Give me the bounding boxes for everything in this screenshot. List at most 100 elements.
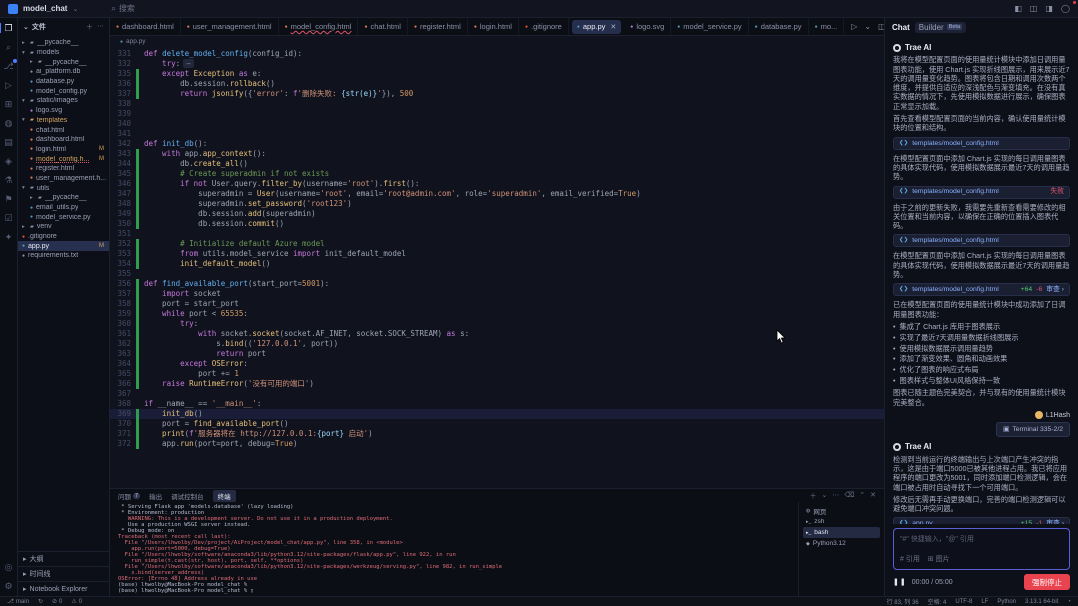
pause-button[interactable]: ❚❚ <box>893 578 907 586</box>
tree-item-model-service-py[interactable]: ●model_service.py <box>18 212 109 222</box>
sidebar-section-notebook-explorer[interactable]: ▸Notebook Explorer <box>18 581 109 596</box>
account-icon[interactable]: ◯ <box>1061 4 1070 13</box>
close-icon[interactable]: ✕ <box>610 23 616 31</box>
tree-item-utils[interactable]: ▾▰utils <box>18 183 109 193</box>
tab-mo---[interactable]: ●mo... <box>809 18 845 35</box>
terminal-session-bash[interactable]: ▸_bash <box>803 527 880 538</box>
sidebar-section---[interactable]: ▸大纲 <box>18 551 109 566</box>
tab-app-py[interactable]: ●app.py✕ <box>572 20 621 34</box>
sidebar-section----[interactable]: ▸时间线 <box>18 566 109 581</box>
explorer-icon[interactable]: ❐ <box>4 23 12 33</box>
tree-item-user-management-h---[interactable]: ●user_management.h... <box>18 174 109 184</box>
maximize-panel-icon[interactable]: ⌃ <box>859 491 865 501</box>
tree-item-database-py[interactable]: ●database.py <box>18 77 109 87</box>
source-control-icon[interactable]: ⎇ <box>3 61 13 71</box>
kill-terminal-icon[interactable]: ⌫ <box>844 491 854 501</box>
layout-right-icon[interactable]: ◨ <box>1045 4 1053 13</box>
status-eol[interactable]: LF <box>981 597 988 606</box>
file-reference-chip[interactable]: ❮❯templates/model_config.html <box>893 234 1070 247</box>
terminal-session-zsh[interactable]: ▸_zsh <box>803 516 880 527</box>
tree-item-templates[interactable]: ▾▰templates <box>18 116 109 126</box>
bookmarks-icon[interactable]: ⚑ <box>4 194 12 204</box>
chat-messages[interactable]: Trae AI我将在模型配置页面的使用量统计模块中添加日调用量图表功能，使用 C… <box>885 36 1078 524</box>
panel-tab-问题[interactable]: 问题7 <box>118 491 140 501</box>
tree-item-chat-html[interactable]: ●chat.html <box>18 125 109 135</box>
close-panel-icon[interactable]: ✕ <box>870 491 876 501</box>
status-language-mode[interactable]: Python <box>997 597 1016 606</box>
status-git-branch[interactable]: ⎇main <box>7 598 29 605</box>
chat-icon[interactable]: ✦ <box>5 232 13 242</box>
file-reference-chip[interactable]: ❮❯templates/model_config.html失败 <box>893 186 1070 199</box>
terminal-output[interactable]: * Serving Flask app 'models.database' (l… <box>110 502 798 596</box>
breadcrumb[interactable]: ● app.py <box>110 36 884 47</box>
extensions-icon[interactable]: ⊞ <box>5 99 13 109</box>
docker-icon[interactable]: ◈ <box>5 156 12 166</box>
tree-item-requirements-txt[interactable]: ●requirements.txt <box>18 251 109 261</box>
tab-builder[interactable]: Builder Beta <box>915 22 966 33</box>
project-title[interactable]: model_chat <box>23 4 67 13</box>
explorer-header[interactable]: ⌄ 文件 ＋⋯ <box>18 18 109 36</box>
run-dropdown-icon[interactable]: ⌄ <box>864 22 871 31</box>
tree-item-model-config-h---[interactable]: ●model_config.h...M <box>18 154 109 164</box>
terminal-dropdown-icon[interactable]: ⌄ <box>821 491 827 501</box>
status-encoding[interactable]: UTF-8 <box>955 597 972 606</box>
tree-item---pycache--[interactable]: ▸▰__pycache__ <box>18 38 109 48</box>
review-button[interactable]: 审查 › <box>1046 519 1064 524</box>
tab--gitignore[interactable]: ●.gitignore <box>519 18 569 35</box>
reference-button[interactable]: # 引用 <box>900 554 920 564</box>
status-sync[interactable]: ↻ <box>38 598 43 605</box>
panel-tab-输出[interactable]: 输出 <box>149 491 162 501</box>
file-reference-chip[interactable]: ❮❯app.py+15-1审查 › <box>893 517 1070 524</box>
tab-chat[interactable]: Chat <box>892 23 910 32</box>
more-icon[interactable]: ⋯ <box>832 491 839 501</box>
tree-item-dashboard-html[interactable]: ●dashboard.html <box>18 135 109 145</box>
run-button[interactable]: ▷ <box>851 22 857 31</box>
tree-item--gitignore[interactable]: ●.gitignore <box>18 232 109 242</box>
tab-register-html[interactable]: ●register.html <box>408 18 468 35</box>
status-interpreter[interactable]: 3.13.1 64-bit <box>1025 597 1058 606</box>
file-reference-chip[interactable]: ❮❯templates/model_config.html+64-6审查 › <box>893 283 1070 296</box>
search-icon[interactable]: ⌕ <box>6 42 11 52</box>
terminal-session-python3.12[interactable]: ◆Python3.12 <box>803 538 880 549</box>
status-cursor-position[interactable]: 行 83, 列 36 <box>887 597 919 606</box>
terminal-session-网页[interactable]: ◍网页 <box>803 505 880 516</box>
project-dropdown-icon[interactable]: ⌄ <box>72 5 78 13</box>
status-notifications[interactable]: ◔ <box>1067 597 1071 606</box>
tree-item-venv[interactable]: ▸▰venv <box>18 222 109 232</box>
status-warnings[interactable]: ⚠0 <box>71 598 82 605</box>
settings-gear-icon[interactable]: ⚙ <box>4 581 12 591</box>
terminal-reference-chip[interactable]: ▣Terminal 335-2/2 <box>996 422 1070 437</box>
tree-item-login-html[interactable]: ●login.htmlM <box>18 145 109 155</box>
tree-item-email-utils-py[interactable]: ●email_utils.py <box>18 203 109 213</box>
layout-sidebar-icon[interactable]: ◧ <box>1014 4 1022 13</box>
status-indentation[interactable]: 空格: 4 <box>928 597 947 606</box>
more-actions-icon[interactable]: ⋯ <box>97 22 104 32</box>
tab-model-config-html[interactable]: ●model_config.html <box>279 18 359 35</box>
tree-item-app-py[interactable]: ●app.pyM <box>18 241 109 251</box>
tree-item-register-html[interactable]: ●register.html <box>18 164 109 174</box>
new-terminal-icon[interactable]: ＋ <box>809 491 816 501</box>
panel-tab-调试控制台[interactable]: 调试控制台 <box>171 491 204 501</box>
tab-chat-html[interactable]: ●chat.html <box>358 18 407 35</box>
tree-item-ai-platform-db[interactable]: ●ai_platform.db <box>18 67 109 77</box>
testing-icon[interactable]: ⚗ <box>4 175 12 185</box>
tree-item---pycache--[interactable]: ▸▰__pycache__ <box>18 57 109 67</box>
panel-tab-终端[interactable]: 终端 <box>213 490 236 502</box>
tree-item-static-images[interactable]: ▾▰static/images <box>18 96 109 106</box>
image-button[interactable]: ⊞ 图片 <box>928 554 950 564</box>
tab-user-management-html[interactable]: ●user_management.html <box>181 18 279 35</box>
tab-login-html[interactable]: ●login.html <box>468 18 519 35</box>
account-icon[interactable]: ◎ <box>5 562 13 572</box>
force-stop-button[interactable]: 强制停止 <box>1024 574 1070 590</box>
new-file-icon[interactable]: ＋ <box>86 22 93 32</box>
tree-item-logo-svg[interactable]: ●logo.svg <box>18 106 109 116</box>
tab-dashboard-html[interactable]: ●dashboard.html <box>110 18 181 35</box>
layout-panel-icon[interactable]: ◫ <box>1030 4 1038 13</box>
tab-logo-svg[interactable]: ●logo.svg <box>624 18 671 35</box>
review-button[interactable]: 审查 › <box>1046 285 1064 294</box>
chat-input[interactable]: "#" 快捷输入，"@" 引用 # 引用 ⊞ 图片 <box>893 528 1070 570</box>
status-errors[interactable]: ⊘0 <box>52 598 62 605</box>
file-reference-chip[interactable]: ❮❯templates/model_config.html <box>893 137 1070 150</box>
database-icon[interactable]: ▤ <box>4 137 13 147</box>
tree-item-models[interactable]: ▾▰models <box>18 48 109 58</box>
